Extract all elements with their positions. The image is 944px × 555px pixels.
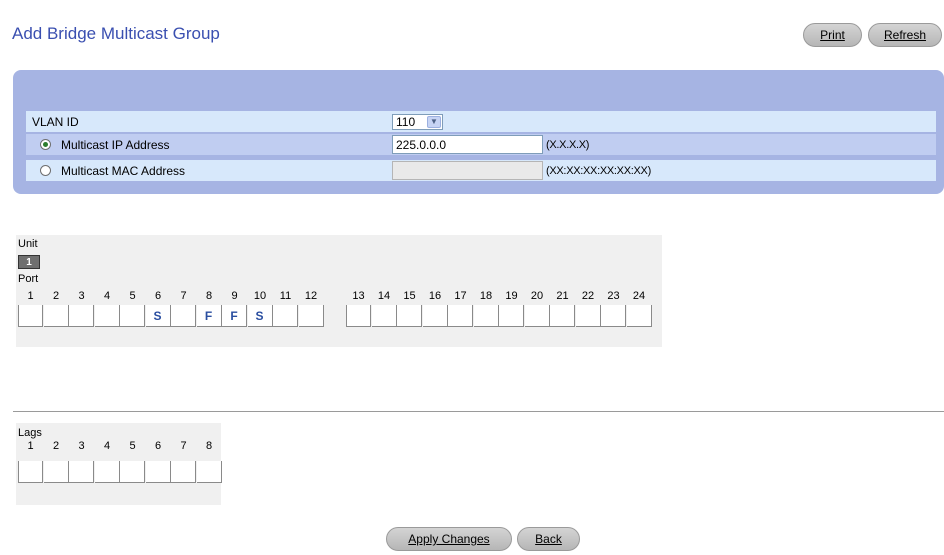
vlan-id-value: 110 bbox=[396, 114, 416, 129]
lag-number: 6 bbox=[154, 440, 162, 452]
port-cell-13[interactable] bbox=[346, 305, 371, 327]
port-cell-11[interactable] bbox=[273, 305, 298, 327]
port-cell-6[interactable]: S bbox=[145, 305, 171, 327]
port-number: 4 bbox=[103, 290, 111, 302]
lag-cell-8[interactable] bbox=[196, 461, 222, 483]
port-number: 24 bbox=[632, 290, 646, 302]
unit-selector[interactable]: 1 bbox=[18, 255, 40, 269]
port-cell-2[interactable] bbox=[43, 305, 69, 327]
port-number: 15 bbox=[403, 290, 416, 302]
lag-cell-4[interactable] bbox=[94, 461, 120, 483]
port-cell-1[interactable] bbox=[18, 305, 43, 327]
port-number: 17 bbox=[454, 290, 467, 302]
port-number: 20 bbox=[530, 290, 544, 302]
port-label: Port bbox=[18, 273, 39, 285]
port-number: 18 bbox=[479, 290, 493, 302]
port-cell-15[interactable] bbox=[397, 305, 422, 327]
multicast-mac-label: Multicast MAC Address bbox=[61, 163, 186, 178]
vlan-id-row: VLAN ID 110 ▼ bbox=[26, 111, 936, 132]
vlan-id-label: VLAN ID bbox=[32, 114, 79, 129]
port-cell-14[interactable] bbox=[371, 305, 397, 327]
lag-cell-5[interactable] bbox=[120, 461, 145, 483]
section-divider bbox=[13, 411, 944, 412]
port-number: 3 bbox=[78, 290, 85, 302]
refresh-button[interactable]: Refresh bbox=[868, 23, 942, 47]
port-number: 8 bbox=[205, 290, 213, 302]
lag-number: 7 bbox=[180, 440, 187, 452]
port-number: 21 bbox=[556, 290, 569, 302]
port-cell-19[interactable] bbox=[499, 305, 524, 327]
port-cell-7[interactable] bbox=[171, 305, 196, 327]
port-cell-24[interactable] bbox=[626, 305, 652, 327]
lag-cell-7[interactable] bbox=[171, 461, 196, 483]
port-cell-12[interactable] bbox=[298, 305, 324, 327]
port-cell-4[interactable] bbox=[94, 305, 120, 327]
port-number: 22 bbox=[581, 290, 595, 302]
port-number: 2 bbox=[52, 290, 60, 302]
lag-cell-6[interactable] bbox=[145, 461, 171, 483]
multicast-mac-hint: (XX:XX:XX:XX:XX:XX) bbox=[546, 164, 651, 177]
port-number: 7 bbox=[180, 290, 187, 302]
lag-number: 8 bbox=[205, 440, 213, 452]
multicast-ip-hint: (X.X.X.X) bbox=[546, 138, 590, 151]
lag-cell-3[interactable] bbox=[69, 461, 94, 483]
multicast-ip-label: Multicast IP Address bbox=[61, 137, 170, 152]
multicast-ip-row: Multicast IP Address (X.X.X.X) bbox=[26, 134, 936, 155]
page-title: Add Bridge Multicast Group bbox=[12, 24, 220, 43]
port-cell-10[interactable]: S bbox=[247, 305, 273, 327]
port-cell-9[interactable]: F bbox=[222, 305, 247, 327]
lags-label: Lags bbox=[18, 427, 42, 439]
port-cell-3[interactable] bbox=[69, 305, 94, 327]
multicast-mac-input[interactable] bbox=[392, 161, 543, 180]
chevron-down-icon[interactable]: ▼ bbox=[427, 115, 441, 128]
multicast-mac-row: Multicast MAC Address (XX:XX:XX:XX:XX:XX… bbox=[26, 160, 936, 181]
lag-number: 2 bbox=[52, 440, 60, 452]
lag-number: 1 bbox=[27, 440, 34, 452]
port-cell-20[interactable] bbox=[524, 305, 550, 327]
port-number: 12 bbox=[304, 290, 318, 302]
lag-number: 3 bbox=[78, 440, 85, 452]
port-number: 16 bbox=[428, 290, 442, 302]
port-number: 9 bbox=[231, 290, 238, 302]
lag-cell-2[interactable] bbox=[43, 461, 69, 483]
lag-number: 4 bbox=[103, 440, 111, 452]
port-number: 23 bbox=[607, 290, 620, 302]
port-cell-8[interactable]: F bbox=[196, 305, 222, 327]
port-membership-panel: Unit 1 Port 1 2 3 4 5 6 S 7 8 F 9 F 10 S 11 12 13 14 15 16 1… bbox=[16, 235, 662, 347]
port-number: 6 bbox=[154, 290, 162, 302]
port-cell-5[interactable] bbox=[120, 305, 145, 327]
port-number: 14 bbox=[377, 290, 391, 302]
apply-changes-button[interactable]: Apply Changes bbox=[386, 527, 512, 551]
multicast-mac-radio[interactable] bbox=[40, 165, 51, 176]
port-cell-18[interactable] bbox=[473, 305, 499, 327]
port-cell-16[interactable] bbox=[422, 305, 448, 327]
port-cell-21[interactable] bbox=[550, 305, 575, 327]
print-button[interactable]: Print bbox=[803, 23, 862, 47]
port-cell-22[interactable] bbox=[575, 305, 601, 327]
port-number: 19 bbox=[505, 290, 518, 302]
port-number: 5 bbox=[129, 290, 136, 302]
port-number: 11 bbox=[279, 290, 292, 302]
port-number: 1 bbox=[27, 290, 34, 302]
vlan-id-select[interactable]: 110 ▼ bbox=[392, 113, 443, 130]
lag-number: 5 bbox=[129, 440, 136, 452]
multicast-ip-radio[interactable] bbox=[40, 139, 51, 150]
port-number: 10 bbox=[253, 290, 267, 302]
unit-label: Unit bbox=[18, 238, 38, 250]
port-number: 13 bbox=[352, 290, 365, 302]
multicast-ip-input[interactable] bbox=[392, 135, 543, 154]
port-cell-23[interactable] bbox=[601, 305, 626, 327]
lag-cell-1[interactable] bbox=[18, 461, 43, 483]
lag-membership-panel: Lags 1 2 3 4 5 6 7 8 bbox=[16, 423, 222, 505]
port-cell-17[interactable] bbox=[448, 305, 473, 327]
back-button[interactable]: Back bbox=[517, 527, 580, 551]
